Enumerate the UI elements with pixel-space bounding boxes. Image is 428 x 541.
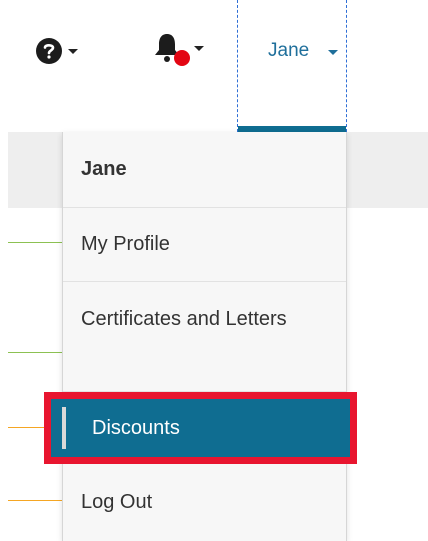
chevron-down-icon xyxy=(68,48,78,54)
timeline-line xyxy=(8,500,63,501)
top-navigation-bar: Jane xyxy=(0,0,428,132)
chevron-down-icon xyxy=(328,50,338,55)
chevron-down-icon xyxy=(194,46,204,51)
dropdown-header: Jane xyxy=(63,132,346,208)
question-circle-icon xyxy=(36,38,62,64)
user-dropdown-menu: Jane My Profile Certificates and Letters… xyxy=(62,132,347,541)
menu-item-certificates-and-letters[interactable]: Certificates and Letters xyxy=(63,282,346,392)
notification-badge xyxy=(174,50,190,66)
timeline-line xyxy=(8,242,63,243)
menu-item-discounts[interactable]: Discounts xyxy=(62,407,346,449)
user-menu-toggle[interactable]: Jane xyxy=(237,0,347,132)
user-menu-label: Jane xyxy=(268,40,310,61)
page: Jane Jane My Profile Certificates and Le… xyxy=(0,0,428,541)
menu-item-my-profile[interactable]: My Profile xyxy=(63,208,346,282)
notifications-menu-toggle[interactable] xyxy=(152,30,214,70)
timeline-line xyxy=(8,352,63,353)
menu-item-log-out[interactable]: Log Out xyxy=(63,464,346,540)
highlight-outline: Discounts xyxy=(44,392,357,464)
help-menu-toggle[interactable] xyxy=(36,36,96,66)
